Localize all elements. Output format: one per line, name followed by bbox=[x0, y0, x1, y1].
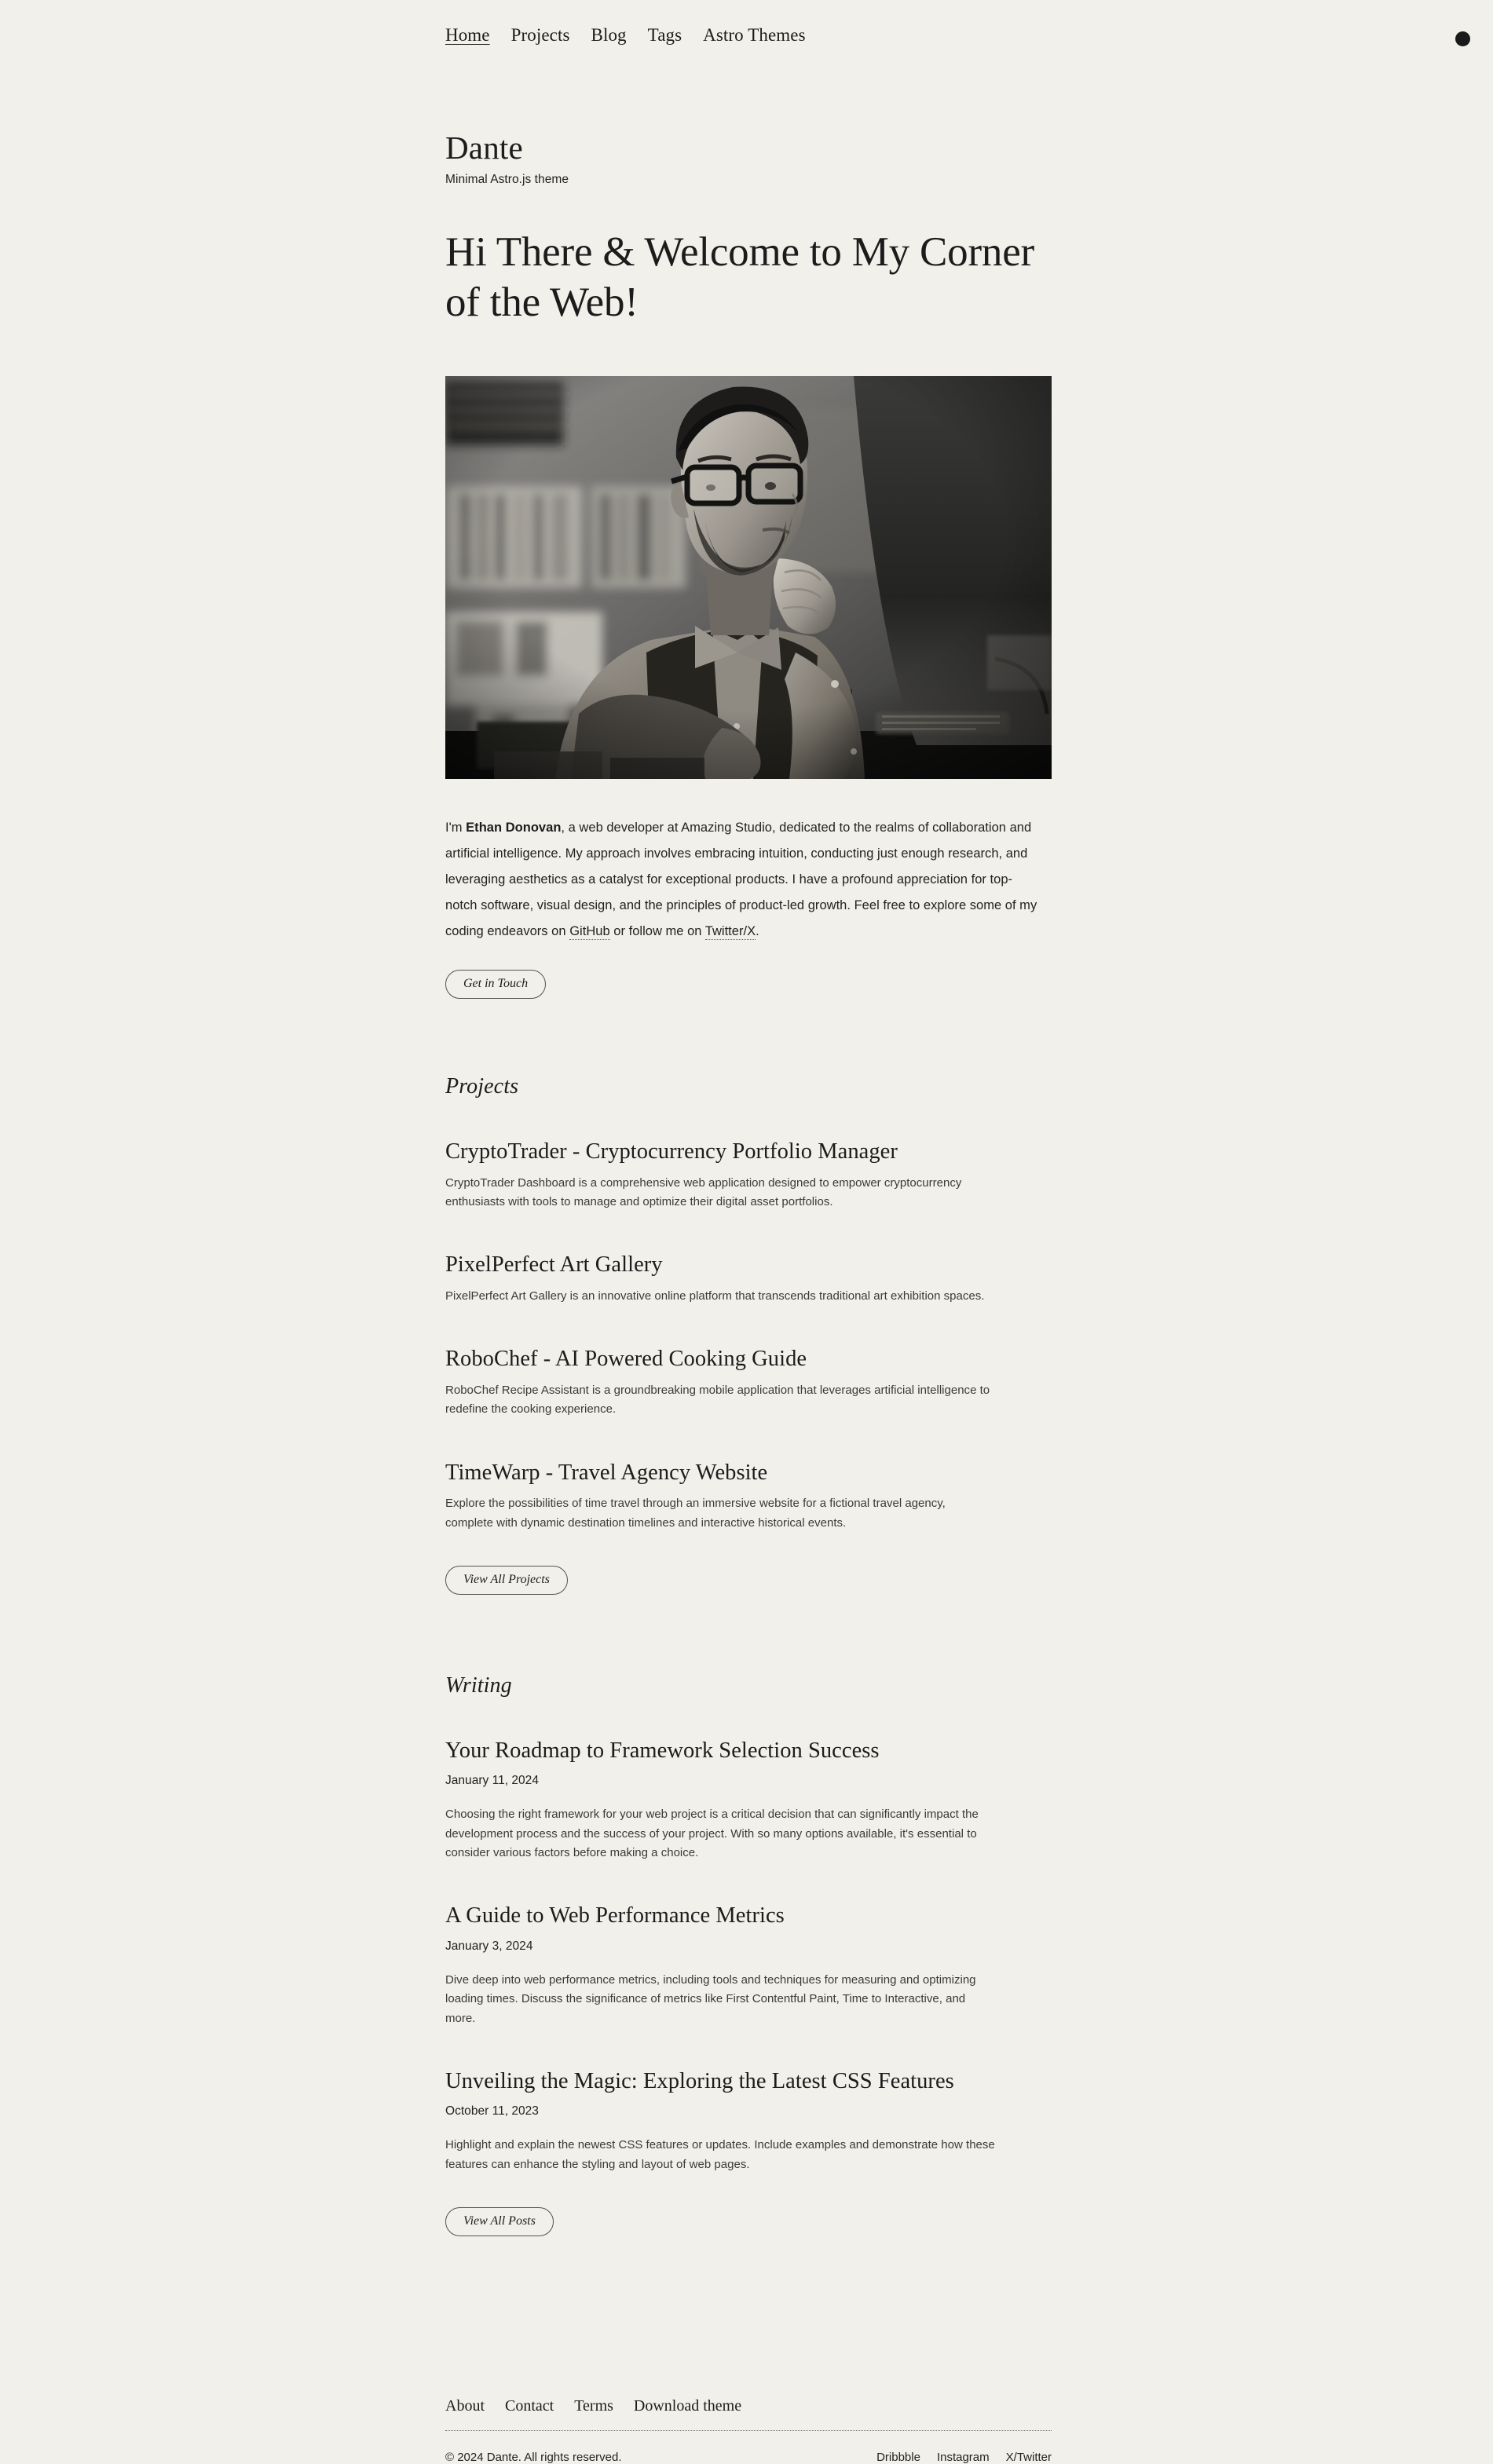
hero-heading: Hi There & Welcome to My Corner of the W… bbox=[445, 229, 1035, 325]
post-item[interactable]: Your Roadmap to Framework Selection Succ… bbox=[445, 1737, 1066, 1863]
get-in-touch-button[interactable]: Get in Touch bbox=[445, 970, 547, 1000]
footer-copyright: © 2024 Dante. All rights reserved. bbox=[445, 2451, 622, 2464]
intro-author-name: Ethan Donovan bbox=[466, 821, 562, 835]
post-date: January 11, 2024 bbox=[445, 1774, 539, 1788]
post-description: Choosing the right framework for your we… bbox=[445, 1808, 979, 1860]
intro-part-2: , a web developer at Amazing Studio, ded… bbox=[445, 821, 1037, 939]
project-title[interactable]: RoboChef - AI Powered Cooking Guide bbox=[445, 1345, 1066, 1373]
top-bar: Home Projects Blog Tags Astro Themes bbox=[0, 0, 1493, 75]
project-title[interactable]: CryptoTrader - Cryptocurrency Portfolio … bbox=[445, 1138, 1066, 1166]
projects-section: Projects CryptoTrader - Cryptocurrency P… bbox=[445, 1074, 1066, 1595]
twitter-x-link[interactable]: Twitter/X bbox=[704, 924, 756, 941]
site-title: Dante bbox=[445, 130, 523, 166]
view-all-projects-button[interactable]: View All Projects bbox=[445, 1565, 568, 1595]
post-description: Dive deep into web performance metrics, … bbox=[445, 1972, 976, 2025]
social-link-dribbble[interactable]: Dribbble bbox=[876, 2451, 920, 2464]
project-description: PixelPerfect Art Gallery is an innovativ… bbox=[445, 1289, 985, 1303]
intro-part-3: or follow me on bbox=[609, 924, 705, 939]
footer-link-download-theme[interactable]: Download theme bbox=[634, 2397, 741, 2415]
project-description: Explore the possibilities of time travel… bbox=[445, 1497, 946, 1530]
main-nav: Home Projects Blog Tags Astro Themes bbox=[445, 25, 806, 46]
writing-actions: View All Posts bbox=[445, 2207, 1066, 2237]
hero-image bbox=[445, 376, 1052, 780]
site-tagline: Minimal Astro.js theme bbox=[445, 173, 569, 187]
footer-link-contact[interactable]: Contact bbox=[505, 2397, 554, 2415]
post-title[interactable]: A Guide to Web Performance Metrics bbox=[445, 1902, 1066, 1930]
writing-section-title: Writing bbox=[445, 1673, 512, 1698]
post-description: Highlight and explain the newest CSS fea… bbox=[445, 2138, 995, 2171]
project-description: RoboChef Recipe Assistant is a groundbre… bbox=[445, 1384, 990, 1417]
nav-item-blog[interactable]: Blog bbox=[591, 25, 627, 46]
post-item[interactable]: A Guide to Web Performance Metrics Janua… bbox=[445, 1902, 1066, 2028]
project-item[interactable]: CryptoTrader - Cryptocurrency Portfolio … bbox=[445, 1138, 1066, 1212]
footer-social-links: Dribbble Instagram X/Twitter bbox=[876, 2451, 1052, 2464]
footer-bottom: © 2024 Dante. All rights reserved. Dribb… bbox=[445, 2451, 1052, 2464]
site-footer: About Contact Terms Download theme © 202… bbox=[445, 2397, 1052, 2464]
dark-mode-toggle-icon[interactable] bbox=[1455, 31, 1470, 46]
social-link-x-twitter[interactable]: X/Twitter bbox=[1006, 2451, 1052, 2464]
footer-link-terms[interactable]: Terms bbox=[574, 2397, 613, 2415]
intro-part-1: I'm bbox=[445, 821, 467, 835]
intro-paragraph: I'm Ethan Donovan, a web developer at Am… bbox=[445, 815, 1042, 945]
page-root: Home Projects Blog Tags Astro Themes Dan… bbox=[0, 0, 1493, 2464]
footer-divider bbox=[445, 2430, 1052, 2432]
intro-part-4: . bbox=[756, 924, 759, 939]
social-link-instagram[interactable]: Instagram bbox=[937, 2451, 990, 2464]
post-item[interactable]: Unveiling the Magic: Exploring the Lates… bbox=[445, 2067, 1066, 2174]
post-title[interactable]: Unveiling the Magic: Exploring the Lates… bbox=[445, 2067, 1066, 2096]
post-date: October 11, 2023 bbox=[445, 2104, 539, 2119]
content-column: Dante Minimal Astro.js theme Hi There & … bbox=[445, 130, 1066, 2464]
nav-item-tags[interactable]: Tags bbox=[648, 25, 682, 46]
footer-link-about[interactable]: About bbox=[445, 2397, 485, 2415]
footer-nav: About Contact Terms Download theme bbox=[445, 2397, 1052, 2415]
post-date: January 3, 2024 bbox=[445, 1939, 533, 1953]
projects-actions: View All Projects bbox=[445, 1565, 1066, 1595]
projects-section-title: Projects bbox=[445, 1074, 519, 1099]
project-item[interactable]: PixelPerfect Art Gallery PixelPerfect Ar… bbox=[445, 1251, 1066, 1306]
view-all-posts-button[interactable]: View All Posts bbox=[445, 2207, 554, 2237]
post-title[interactable]: Your Roadmap to Framework Selection Succ… bbox=[445, 1737, 1066, 1765]
nav-item-astro-themes[interactable]: Astro Themes bbox=[703, 25, 805, 46]
project-item[interactable]: TimeWarp - Travel Agency Website Explore… bbox=[445, 1459, 1066, 1533]
nav-item-projects[interactable]: Projects bbox=[511, 25, 570, 46]
project-item[interactable]: RoboChef - AI Powered Cooking Guide Robo… bbox=[445, 1345, 1066, 1419]
project-title[interactable]: PixelPerfect Art Gallery bbox=[445, 1251, 1066, 1279]
github-link[interactable]: GitHub bbox=[569, 924, 610, 941]
project-title[interactable]: TimeWarp - Travel Agency Website bbox=[445, 1459, 1066, 1487]
writing-section: Writing Your Roadmap to Framework Select… bbox=[445, 1673, 1066, 2237]
project-description: CryptoTrader Dashboard is a comprehensiv… bbox=[445, 1175, 962, 1209]
nav-item-home[interactable]: Home bbox=[445, 25, 490, 46]
